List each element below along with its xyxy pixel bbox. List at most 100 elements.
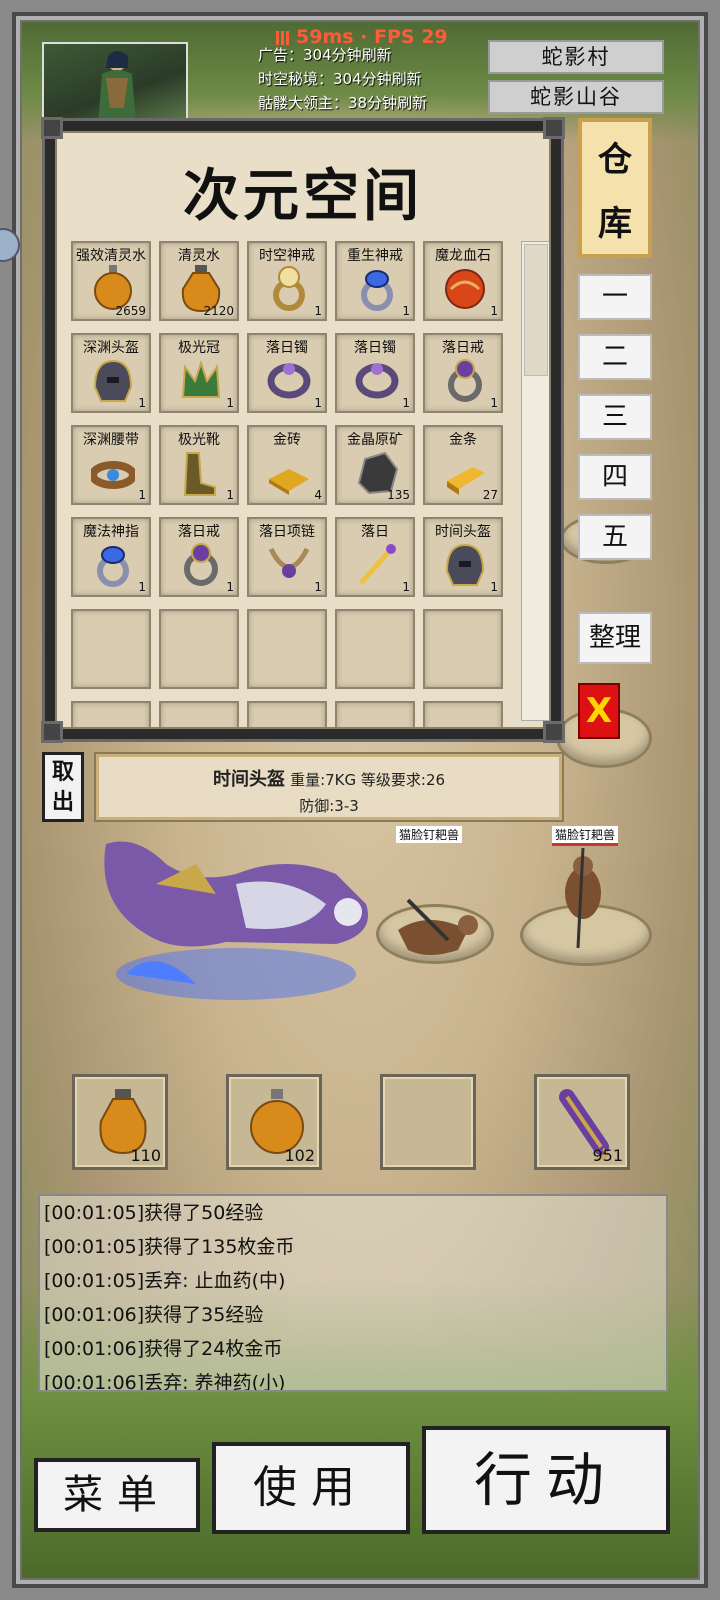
tab-1[interactable]: 一 — [578, 274, 652, 320]
item-slot[interactable]: 魔法神指 1 — [71, 517, 151, 597]
item-slot[interactable]: 金晶原矿 135 — [335, 425, 415, 505]
corner-ornament — [41, 117, 63, 139]
item-name: 强效清灵水 — [76, 248, 146, 264]
item-slot[interactable]: 落日 1 — [335, 517, 415, 597]
item-count: 1 — [314, 396, 322, 410]
item-slot[interactable]: 深渊头盔 1 — [71, 333, 151, 413]
quick-slot-count: 951 — [592, 1146, 623, 1165]
warehouse-label-char-1: 仓 — [598, 140, 632, 180]
ring-icon — [448, 359, 482, 402]
item-slot[interactable]: 时间头盔 1 — [423, 517, 503, 597]
corner-ornament — [543, 117, 565, 139]
blue-ring-icon — [97, 546, 129, 587]
quick-slot-1[interactable]: 110 — [72, 1074, 168, 1170]
item-count: 1 — [402, 304, 410, 318]
item-count: 2659 — [115, 304, 146, 318]
sort-button[interactable]: 整理 — [578, 612, 652, 664]
storage-title: 次元空间 — [183, 163, 423, 229]
item-name: 落日戒 — [178, 524, 220, 540]
location-list: 蛇影村 蛇影山谷 — [488, 40, 664, 120]
item-slot[interactable]: 极光冠 1 — [159, 333, 239, 413]
item-tooltip: 时间头盔 重量:7KG 等级要求:26 防御:3-3 — [96, 754, 562, 820]
tab-4[interactable]: 四 — [578, 454, 652, 500]
empty-item-slot[interactable] — [159, 609, 239, 689]
tab-2[interactable]: 二 — [578, 334, 652, 380]
boots-icon — [183, 452, 216, 496]
log-line: [00:01:05]获得了50经验 — [44, 1202, 264, 1224]
item-name: 魔法神指 — [83, 524, 139, 540]
warrior-portrait-icon — [98, 51, 136, 124]
item-slot[interactable]: 重生神戒 1 — [335, 241, 415, 321]
player-mount-icon[interactable] — [86, 824, 386, 1014]
monster-name-2: 猫脸钉耙兽 — [552, 826, 619, 846]
item-slot[interactable]: 金砖 4 — [247, 425, 327, 505]
storage-window: 次元空间 强效清灵水 2659 清灵水 2120 时空神戒 1 重生神戒 1 魔龙血石 1 深渊头盔… — [41, 117, 565, 743]
bracelet-icon — [267, 363, 311, 399]
item-slot[interactable]: 落日项链 1 — [247, 517, 327, 597]
location-valley[interactable]: 蛇影山谷 — [488, 80, 664, 114]
item-slot[interactable]: 深渊腰带 1 — [71, 425, 151, 505]
corner-ornament — [543, 721, 565, 743]
item-name: 金晶原矿 — [347, 432, 403, 448]
item-name: 极光靴 — [178, 432, 220, 448]
helmet-icon — [93, 359, 133, 402]
item-slot[interactable]: 落日戒 1 — [159, 517, 239, 597]
item-slot[interactable]: 金条 27 — [423, 425, 503, 505]
belt-icon — [91, 461, 135, 489]
empty-item-slot[interactable] — [247, 609, 327, 689]
menu-button[interactable]: 菜单 — [34, 1458, 200, 1532]
location-village[interactable]: 蛇影村 — [488, 40, 664, 74]
item-count: 135 — [387, 488, 410, 502]
action-button[interactable]: 行动 — [422, 1426, 670, 1534]
log-line: [00:01:06]获得了35经验 — [44, 1304, 264, 1326]
item-name: 极光冠 — [178, 340, 220, 356]
combat-log[interactable]: [00:01:05]获得了50经验 [00:01:05]获得了135枚金币 [00:… — [38, 1194, 668, 1392]
item-slot[interactable]: 清灵水 2120 — [159, 241, 239, 321]
empty-item-slot[interactable] — [159, 701, 239, 727]
close-button[interactable]: X — [578, 683, 620, 739]
item-slot[interactable]: 时空神戒 1 — [247, 241, 327, 321]
item-name: 深渊腰带 — [83, 432, 139, 448]
item-name: 落日戒 — [442, 340, 484, 356]
gold-bar-icon — [447, 467, 485, 495]
item-count: 1 — [490, 304, 498, 318]
tab-5[interactable]: 五 — [578, 514, 652, 560]
empty-item-slot[interactable] — [335, 609, 415, 689]
empty-item-slot[interactable] — [71, 701, 151, 727]
empty-item-slot[interactable] — [423, 609, 503, 689]
empty-item-slot[interactable] — [335, 701, 415, 727]
cat-rake-beast-icon[interactable] — [388, 880, 488, 970]
item-slot[interactable]: 落日镯 1 — [335, 333, 415, 413]
empty-item-slot[interactable] — [71, 609, 151, 689]
item-slot[interactable]: 落日镯 1 — [247, 333, 327, 413]
take-out-button[interactable]: 取 出 — [42, 752, 84, 822]
scroll-thumb[interactable] — [524, 244, 548, 376]
storage-scrollbar[interactable] — [521, 241, 549, 721]
empty-item-slot[interactable] — [247, 701, 327, 727]
corner-ornament — [41, 721, 63, 743]
warehouse-side-panel: 仓 库 — [578, 118, 658, 258]
tab-3[interactable]: 三 — [578, 394, 652, 440]
cat-rake-beast-icon[interactable] — [548, 848, 618, 948]
item-name: 魔龙血石 — [435, 248, 491, 264]
tooltip-item-name: 时间头盔 — [212, 769, 285, 790]
item-slot[interactable]: 极光靴 1 — [159, 425, 239, 505]
gold-ring-icon — [273, 266, 305, 311]
item-slot[interactable]: 强效清灵水 2659 — [71, 241, 151, 321]
quick-slot-4[interactable]: 951 — [534, 1074, 630, 1170]
item-slot[interactable]: 魔龙血石 1 — [423, 241, 503, 321]
item-count: 1 — [138, 488, 146, 502]
quick-slot-2[interactable]: 102 — [226, 1074, 322, 1170]
take-out-char-2: 出 — [51, 790, 74, 815]
item-count: 27 — [482, 488, 498, 502]
empty-item-slot[interactable] — [423, 701, 503, 727]
player-portrait[interactable] — [42, 42, 188, 124]
use-button[interactable]: 使用 — [212, 1442, 410, 1534]
item-name: 清灵水 — [178, 248, 220, 264]
quick-slot-3[interactable] — [380, 1074, 476, 1170]
item-slot[interactable]: 落日戒 1 — [423, 333, 503, 413]
blue-ring-icon — [361, 270, 393, 311]
warehouse-label-char-2: 库 — [598, 204, 632, 244]
item-name: 落日镯 — [266, 340, 308, 356]
item-count: 1 — [314, 304, 322, 318]
